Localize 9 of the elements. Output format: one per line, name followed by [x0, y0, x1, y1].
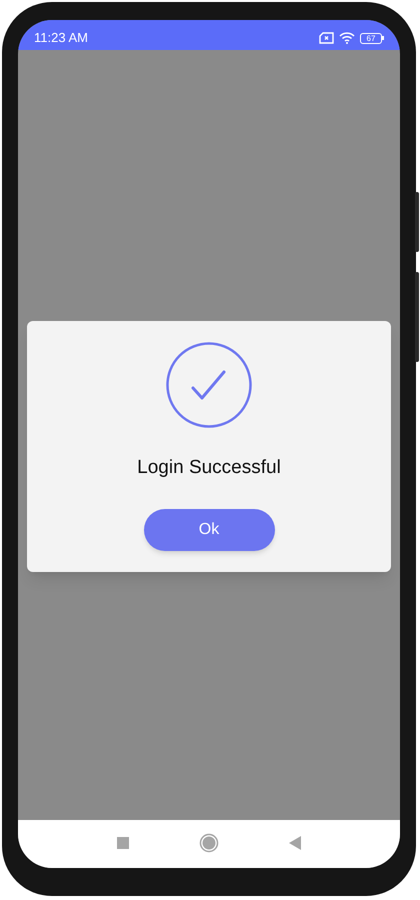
- status-time: 11:23 AM: [34, 29, 88, 48]
- battery-icon: 67: [360, 32, 384, 44]
- wifi-icon: [339, 32, 355, 44]
- checkmark-icon: [166, 342, 252, 428]
- back-icon[interactable]: [289, 836, 301, 850]
- ok-button[interactable]: Ok: [144, 508, 274, 550]
- dialog-message: Login Successful: [137, 456, 281, 480]
- sim-card-icon: [319, 32, 334, 44]
- home-icon[interactable]: [199, 833, 219, 853]
